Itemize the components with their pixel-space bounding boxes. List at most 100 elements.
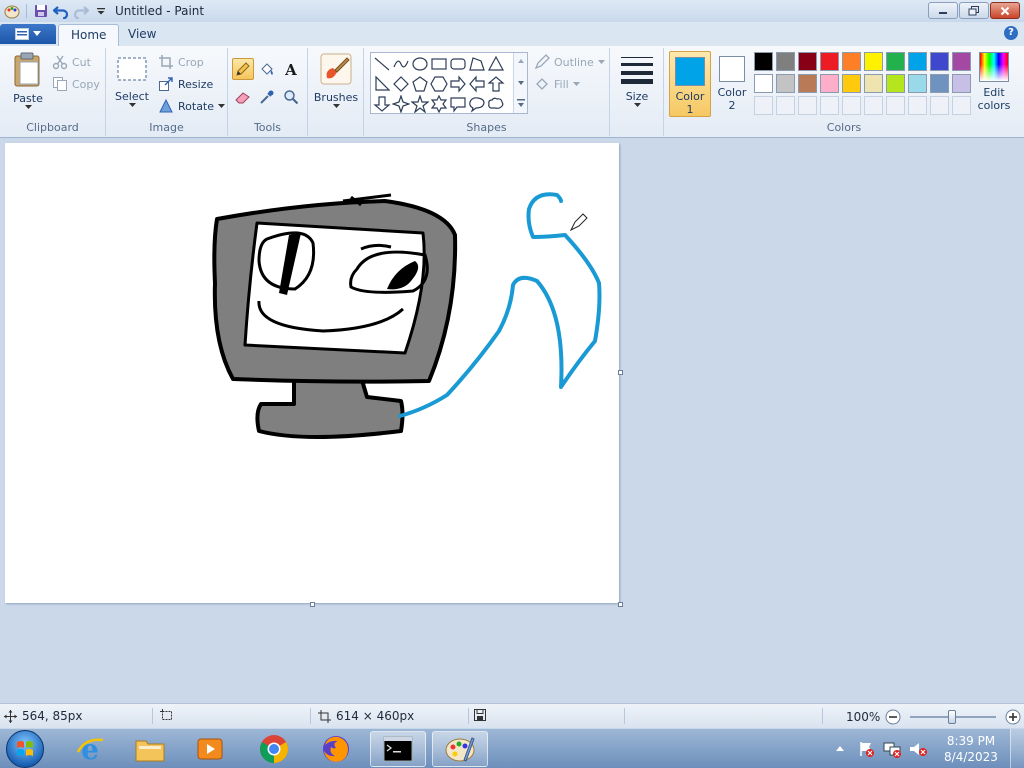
canvas-work-area[interactable] <box>0 138 1024 703</box>
minimize-button[interactable] <box>928 2 958 19</box>
show-desktop-button[interactable] <box>1010 729 1024 768</box>
taskbar-media-player[interactable] <box>182 731 238 767</box>
close-button[interactable] <box>990 2 1020 19</box>
palette-swatch[interactable] <box>798 52 817 71</box>
custom-color-slot[interactable] <box>864 96 883 115</box>
show-hidden-icons-icon[interactable] <box>830 739 850 759</box>
palette-swatch[interactable] <box>798 74 817 93</box>
palette-swatch[interactable] <box>908 52 927 71</box>
paste-button[interactable]: Paste <box>8 52 48 109</box>
fill-tool[interactable] <box>256 58 278 80</box>
network-icon[interactable] <box>882 739 902 759</box>
zoom-slider[interactable] <box>910 710 997 724</box>
eraser-tool[interactable] <box>232 86 254 108</box>
action-center-flag-icon[interactable] <box>856 739 876 759</box>
brushes-button[interactable]: Brushes <box>314 52 358 108</box>
taskbar-file-explorer[interactable] <box>122 731 178 767</box>
palette-swatch[interactable] <box>776 52 795 71</box>
palette-swatch[interactable] <box>776 74 795 93</box>
edit-colors-button[interactable]: Edit colors <box>974 52 1014 112</box>
diamond-shape-icon[interactable] <box>392 75 410 93</box>
pentagon-shape-icon[interactable] <box>411 75 429 93</box>
fill-button[interactable]: Fill <box>534 76 580 92</box>
custom-color-slot[interactable] <box>908 96 927 115</box>
palette-swatch[interactable] <box>820 74 839 93</box>
palette-swatch[interactable] <box>842 52 861 71</box>
cut-button[interactable]: Cut <box>52 54 91 70</box>
down-arrow-shape-icon[interactable] <box>373 95 391 113</box>
palette-swatch[interactable] <box>864 74 883 93</box>
undo-icon[interactable] <box>53 3 69 19</box>
resize-button[interactable]: Resize <box>158 76 213 92</box>
palette-swatch[interactable] <box>908 74 927 93</box>
oval-callout-shape-icon[interactable] <box>468 95 486 113</box>
palette-swatch[interactable] <box>754 74 773 93</box>
shapes-scrollbar[interactable] <box>513 53 527 113</box>
curve-shape-icon[interactable] <box>392 55 410 73</box>
five-point-star-shape-icon[interactable] <box>411 95 429 113</box>
palette-swatch[interactable] <box>864 52 883 71</box>
magnifier-tool[interactable] <box>280 86 302 108</box>
text-tool[interactable]: A <box>280 58 302 80</box>
pencil-tool[interactable] <box>232 58 254 80</box>
palette-swatch[interactable] <box>820 52 839 71</box>
crop-button[interactable]: Crop <box>158 54 204 70</box>
color-picker-tool[interactable] <box>256 86 278 108</box>
oval-shape-icon[interactable] <box>411 55 429 73</box>
rectangular-callout-shape-icon[interactable] <box>449 95 467 113</box>
drawing-canvas[interactable] <box>5 143 619 603</box>
canvas-resize-handle-right[interactable] <box>618 370 623 375</box>
left-arrow-shape-icon[interactable] <box>468 75 486 93</box>
taskbar-clock[interactable]: 8:39 PM 8/4/2023 <box>936 733 1006 765</box>
color1-button[interactable]: Color 1 <box>669 51 711 117</box>
hexagon-shape-icon[interactable] <box>430 75 448 93</box>
up-arrow-shape-icon[interactable] <box>487 75 505 93</box>
maximize-button[interactable] <box>959 2 989 19</box>
palette-swatch[interactable] <box>886 74 905 93</box>
zoom-out-icon[interactable] <box>885 709 901 725</box>
rounded-rectangle-shape-icon[interactable] <box>449 55 467 73</box>
zoom-in-icon[interactable] <box>1005 709 1021 725</box>
tab-view[interactable]: View <box>116 24 168 46</box>
canvas-resize-handle-bottom[interactable] <box>310 602 315 607</box>
triangle-shape-icon[interactable] <box>487 55 505 73</box>
copy-button[interactable]: Copy <box>52 76 100 92</box>
canvas-resize-handle-corner[interactable] <box>618 602 623 607</box>
custom-color-slot[interactable] <box>798 96 817 115</box>
start-button[interactable] <box>6 730 44 768</box>
file-menu-button[interactable] <box>0 24 56 44</box>
polygon-shape-icon[interactable] <box>468 55 486 73</box>
taskbar-command-prompt[interactable] <box>370 731 426 767</box>
rotate-button[interactable]: Rotate <box>158 98 226 114</box>
outline-button[interactable]: Outline <box>534 54 605 70</box>
six-point-star-shape-icon[interactable] <box>430 95 448 113</box>
color2-button[interactable]: Color 2 <box>714 56 750 112</box>
line-shape-icon[interactable] <box>373 55 391 73</box>
right-arrow-shape-icon[interactable] <box>449 75 467 93</box>
help-icon[interactable]: ? <box>1004 26 1018 40</box>
taskbar-firefox[interactable] <box>308 731 364 767</box>
volume-muted-icon[interactable] <box>908 739 928 759</box>
rectangle-shape-icon[interactable] <box>430 55 448 73</box>
save-icon[interactable] <box>33 3 49 19</box>
palette-swatch[interactable] <box>952 52 971 71</box>
custom-color-slot[interactable] <box>842 96 861 115</box>
palette-swatch[interactable] <box>930 52 949 71</box>
custom-color-slot[interactable] <box>952 96 971 115</box>
customize-toolbar-icon[interactable] <box>93 3 109 19</box>
palette-swatch[interactable] <box>754 52 773 71</box>
custom-color-slot[interactable] <box>820 96 839 115</box>
palette-swatch[interactable] <box>886 52 905 71</box>
custom-color-slot[interactable] <box>754 96 773 115</box>
taskbar-paint[interactable] <box>432 731 488 767</box>
custom-color-slot[interactable] <box>776 96 795 115</box>
palette-swatch[interactable] <box>952 74 971 93</box>
custom-color-slot[interactable] <box>886 96 905 115</box>
paint-app-icon[interactable] <box>4 3 20 19</box>
size-button[interactable]: Size <box>618 54 656 107</box>
zoom-slider-thumb[interactable] <box>948 710 957 724</box>
tab-home[interactable]: Home <box>58 24 120 46</box>
right-triangle-shape-icon[interactable] <box>373 75 391 93</box>
taskbar-chrome[interactable] <box>246 731 302 767</box>
palette-swatch[interactable] <box>842 74 861 93</box>
